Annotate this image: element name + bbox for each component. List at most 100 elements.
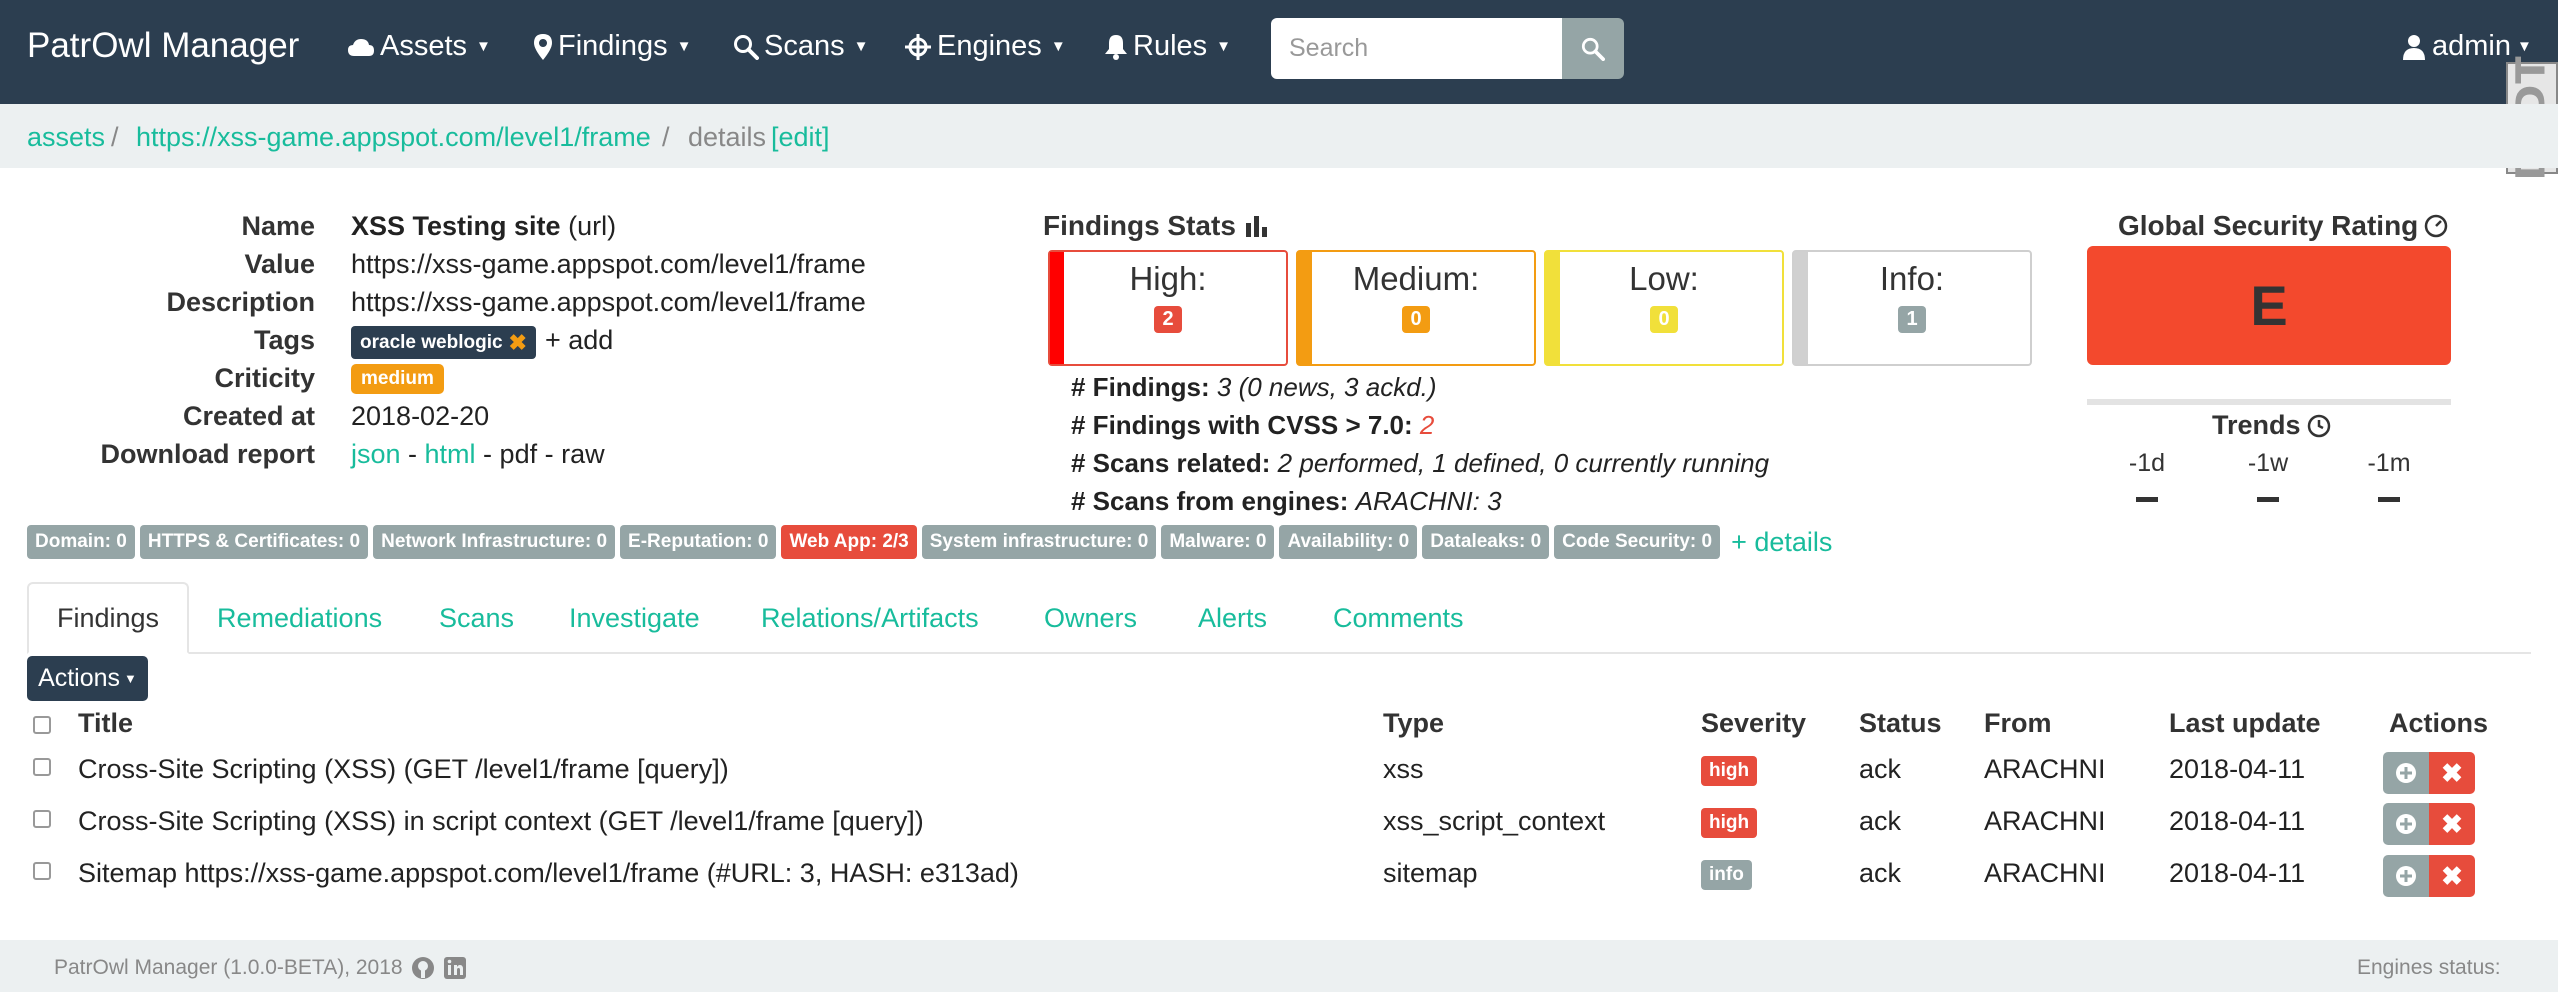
select-all-checkbox[interactable]	[33, 716, 51, 734]
trend-1w-value	[2257, 497, 2279, 502]
stat-count-low: 0	[1650, 306, 1678, 333]
add-tag-link[interactable]: + add	[545, 325, 613, 356]
tab-findings[interactable]: Findings	[27, 582, 190, 654]
report-html-link[interactable]: html	[425, 439, 476, 469]
breadcrumb-assets-link[interactable]: assets	[27, 122, 105, 153]
finding-status: ack	[1859, 858, 1902, 888]
footer-text: PatrOwl Manager (1.0.0-BETA), 2018	[54, 956, 467, 980]
stat-label-low: Low:	[1629, 260, 1699, 297]
criticity-badge: medium	[351, 364, 444, 394]
delete-finding-button[interactable]: ✖	[2429, 803, 2475, 845]
nav-assets-menu[interactable]: Assets ▼	[347, 30, 491, 63]
value-label: Value	[244, 249, 315, 279]
linkedin-icon[interactable]	[443, 956, 467, 980]
chevron-down-icon: ▼	[1216, 38, 1232, 55]
finding-title-link[interactable]: Cross-Site Scripting (XSS) (GET /level1/…	[78, 754, 729, 785]
finding-status: ack	[1859, 806, 1902, 836]
category-badge-code-security: Code Security: 0	[1554, 525, 1721, 559]
finding-type: sitemap	[1383, 858, 1478, 888]
findings-stats-title: Findings Stats	[1043, 210, 1270, 242]
nav-assets-label: Assets	[380, 30, 468, 62]
trend-1d-label: -1d	[2128, 449, 2166, 477]
edit-asset-link[interactable]: [edit]	[771, 122, 830, 153]
stat-count-high: 2	[1154, 306, 1182, 333]
category-badge-system: System infrastructure: 0	[921, 525, 1157, 559]
remove-tag-icon[interactable]: ✖	[509, 330, 527, 356]
column-header-type[interactable]: Type	[1383, 708, 1444, 739]
actions-dropdown-button[interactable]: Actions ▼	[27, 656, 148, 701]
report-json-link[interactable]: json	[351, 439, 401, 469]
add-to-remediation-button[interactable]	[2383, 803, 2429, 845]
stat-label-high: High:	[1129, 260, 1207, 297]
report-pdf-link[interactable]: pdf	[500, 439, 538, 469]
category-badge-ereputation: E-Reputation: 0	[620, 525, 777, 559]
add-to-remediation-button[interactable]	[2383, 752, 2429, 794]
delete-finding-button[interactable]: ✖	[2429, 752, 2475, 794]
tab-comments[interactable]: Comments	[1305, 582, 1492, 654]
stat-box-medium[interactable]: Medium: 0	[1296, 250, 1536, 366]
column-header-last-update[interactable]: Last update	[2169, 708, 2321, 739]
column-header-severity[interactable]: Severity	[1701, 708, 1806, 739]
tag-badge: oracle weblogic ✖	[351, 326, 536, 359]
search-icon	[734, 34, 759, 60]
category-badge-dataleaks: Dataleaks: 0	[1422, 525, 1550, 559]
column-header-status[interactable]: Status	[1859, 708, 1942, 739]
add-to-remediation-button[interactable]	[2383, 855, 2429, 897]
column-header-from[interactable]: From	[1984, 708, 2052, 739]
asset-name: XSS Testing site (url)	[351, 211, 617, 241]
tab-investigate[interactable]: Investigate	[541, 582, 728, 654]
stat-count-info: 1	[1898, 306, 1926, 333]
nav-engines-menu[interactable]: Engines ▼	[904, 30, 1066, 63]
stat-box-low[interactable]: Low: 0	[1544, 250, 1784, 366]
nav-rules-menu[interactable]: Rules ▼	[1104, 30, 1231, 63]
created-date: 2018-02-20	[351, 401, 490, 431]
tab-relations-artifacts[interactable]: Relations/Artifacts	[733, 582, 1007, 654]
breadcrumb-asset-link[interactable]: https://xss-game.appspot.com/level1/fram…	[136, 122, 651, 153]
row-checkbox[interactable]	[33, 758, 51, 776]
column-header-title[interactable]: Title	[78, 708, 133, 739]
engines-status-label: Engines status:	[2357, 956, 2501, 979]
tab-alerts[interactable]: Alerts	[1170, 582, 1295, 654]
chevron-down-icon: ▼	[853, 38, 869, 55]
breadcrumb-separator: /	[662, 122, 670, 152]
finding-from: ARACHNI	[1984, 858, 2106, 888]
bell-icon	[1105, 34, 1127, 60]
criticity-label: Criticity	[214, 363, 315, 393]
brand-link[interactable]: PatrOwl Manager	[27, 26, 299, 66]
finding-title-link[interactable]: Cross-Site Scripting (XSS) in script con…	[78, 806, 924, 837]
finding-last-update: 2018-04-11	[2169, 858, 2306, 888]
tab-remediations[interactable]: Remediations	[189, 582, 410, 654]
stat-count-medium: 0	[1402, 306, 1430, 333]
download-label: Download report	[100, 439, 316, 469]
clock-icon	[2307, 414, 2330, 437]
categories-details-link[interactable]: + details	[1731, 527, 1832, 558]
finding-type: xss	[1383, 754, 1424, 784]
stat-bar-info	[1794, 252, 1808, 364]
chevron-down-icon: ▼	[676, 38, 692, 55]
search-input[interactable]	[1271, 18, 1562, 79]
tab-owners[interactable]: Owners	[1016, 582, 1165, 654]
stat-label-info: Info:	[1879, 260, 1945, 297]
chevron-down-icon: ▼	[124, 671, 137, 686]
category-badges: Domain: 0 HTTPS & Certificates: 0 Networ…	[27, 525, 1832, 559]
row-checkbox[interactable]	[33, 862, 51, 880]
row-checkbox[interactable]	[33, 810, 51, 828]
finding-status: ack	[1859, 754, 1902, 784]
close-icon: ✖	[2441, 808, 2463, 839]
github-icon[interactable]	[411, 956, 435, 980]
finding-title-link[interactable]: Sitemap https://xss-game.appspot.com/lev…	[78, 858, 1019, 889]
report-raw-link[interactable]: raw	[561, 439, 605, 469]
stat-label-medium: Medium:	[1352, 260, 1480, 297]
stat-bar-low	[1546, 252, 1560, 364]
nav-findings-menu[interactable]: Findings ▼	[533, 30, 691, 63]
stat-box-high[interactable]: High: 2	[1048, 250, 1288, 366]
search-button[interactable]	[1562, 18, 1624, 79]
category-badge-network: Network Infrastructure: 0	[373, 525, 616, 559]
column-header-actions: Actions	[2389, 708, 2489, 738]
stat-box-info[interactable]: Info: 1	[1792, 250, 2032, 366]
delete-finding-button[interactable]: ✖	[2429, 855, 2475, 897]
tab-scans[interactable]: Scans	[411, 582, 542, 654]
user-name: admin	[2432, 30, 2511, 62]
nav-scans-menu[interactable]: Scans ▼	[733, 30, 868, 63]
chevron-down-icon: ▼	[2517, 38, 2532, 55]
